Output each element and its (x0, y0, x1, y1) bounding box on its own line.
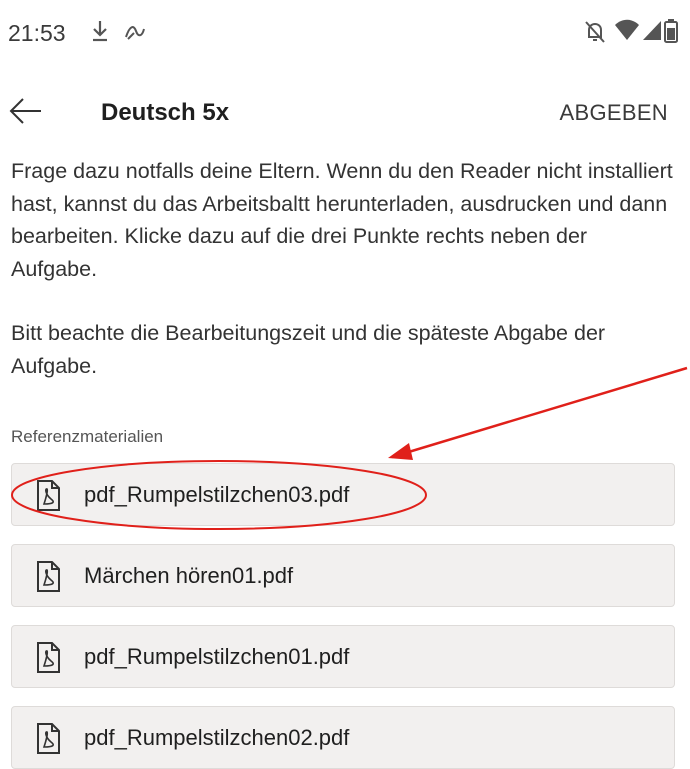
file-name: pdf_Rumpelstilzchen01.pdf (84, 644, 350, 669)
signal-icon (643, 21, 661, 40)
reference-materials-label: Referenzmaterialien (11, 427, 164, 446)
instructions-paragraph: Bitt beachte die Bearbeitungszeit und di… (11, 321, 606, 378)
page-title: Deutsch 5x (101, 99, 230, 126)
pdf-file-icon (37, 723, 60, 754)
download-icon (93, 21, 107, 42)
battery-icon (664, 19, 678, 43)
pdf-file-icon (37, 642, 60, 673)
instructions-paragraph: Frage dazu notfalls deine Eltern. Wenn d… (11, 159, 673, 281)
back-arrow-icon[interactable] (8, 94, 42, 128)
file-item-maerchen-hoeren01[interactable]: Märchen hören01.pdf (11, 544, 675, 607)
file-name: pdf_Rumpelstilzchen03.pdf (84, 482, 350, 507)
file-item-rumpelstilzchen03[interactable]: pdf_Rumpelstilzchen03.pdf (11, 463, 675, 526)
file-item-rumpelstilzchen01[interactable]: pdf_Rumpelstilzchen01.pdf (11, 625, 675, 688)
file-name: pdf_Rumpelstilzchen02.pdf (84, 725, 350, 750)
annotation-arrowhead (388, 443, 413, 460)
link-icon (125, 26, 145, 40)
file-name: Märchen hören01.pdf (84, 563, 294, 588)
muted-bell-icon (585, 21, 605, 43)
assignment-instructions: Frage dazu notfalls deine Eltern. Wenn d… (11, 155, 676, 382)
status-time: 21:53 (8, 20, 66, 46)
app-bar: Deutsch 5x ABGEBEN (0, 80, 690, 150)
pdf-file-icon (37, 480, 60, 511)
wifi-icon (615, 19, 639, 40)
submit-button[interactable]: ABGEBEN (560, 100, 668, 126)
pdf-file-icon (37, 561, 60, 592)
status-bar: 21:53 (0, 0, 690, 70)
file-item-rumpelstilzchen02[interactable]: pdf_Rumpelstilzchen02.pdf (11, 706, 675, 769)
